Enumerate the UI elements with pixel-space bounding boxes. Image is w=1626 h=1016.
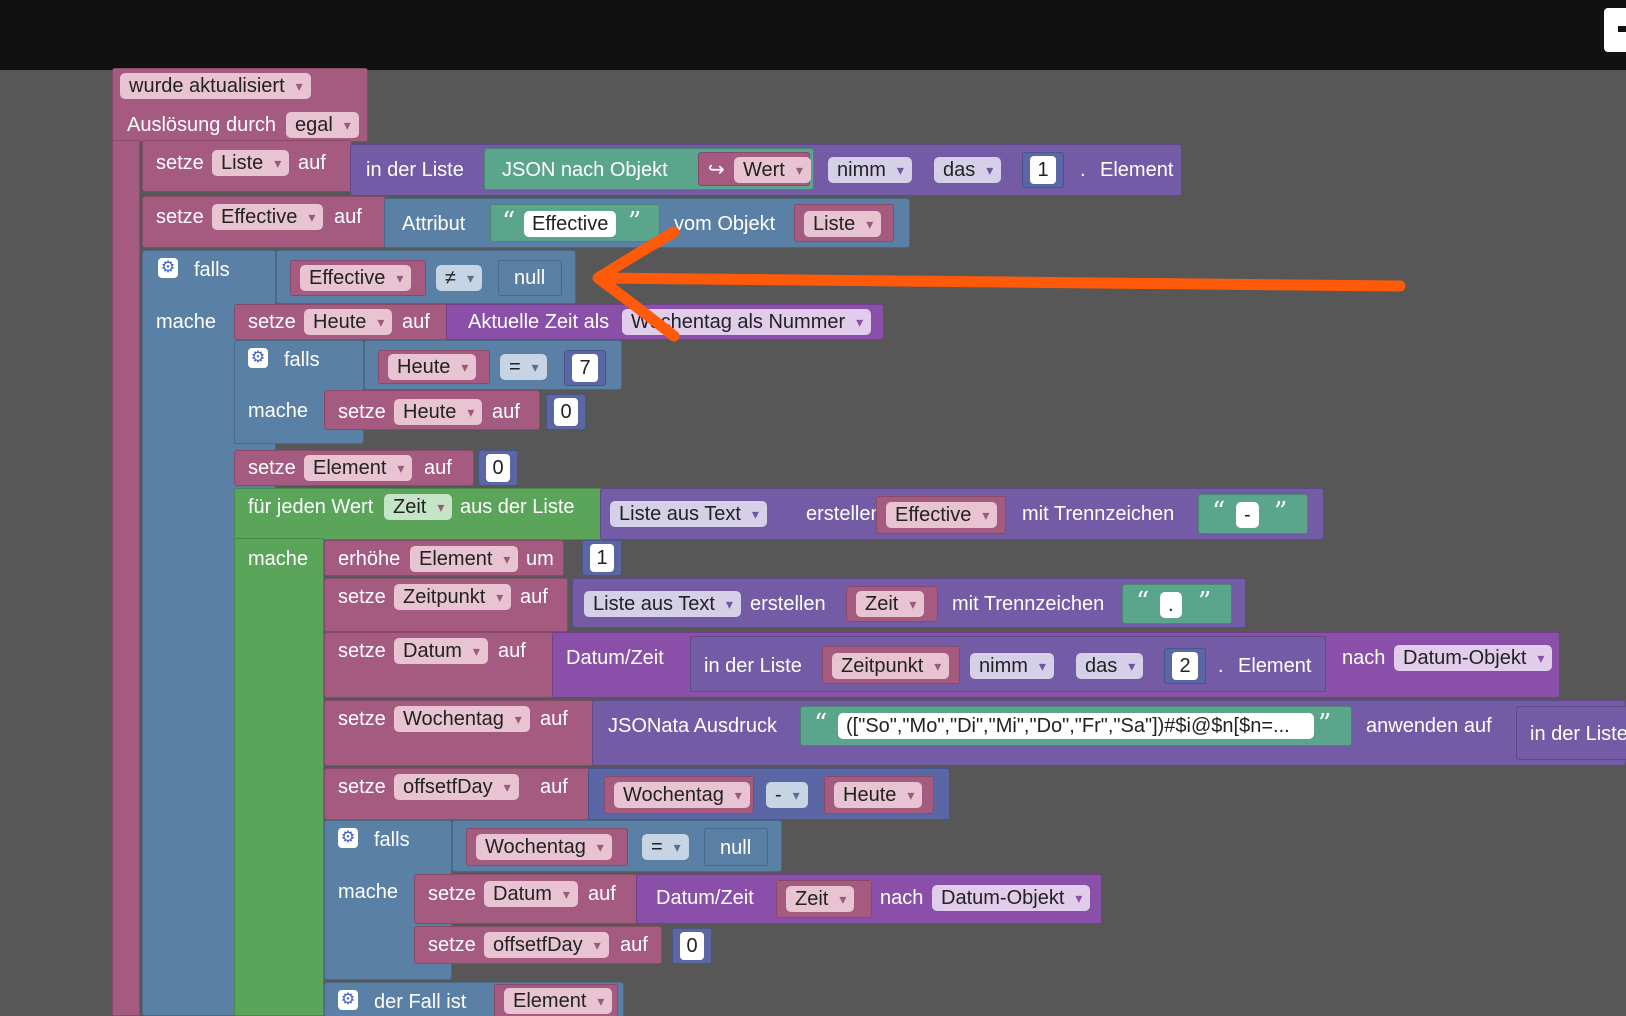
blockly-workspace[interactable]: wurde aktualisiert Auslösung durch egal … (0, 0, 1626, 1016)
annotation-arrow (592, 226, 1406, 342)
